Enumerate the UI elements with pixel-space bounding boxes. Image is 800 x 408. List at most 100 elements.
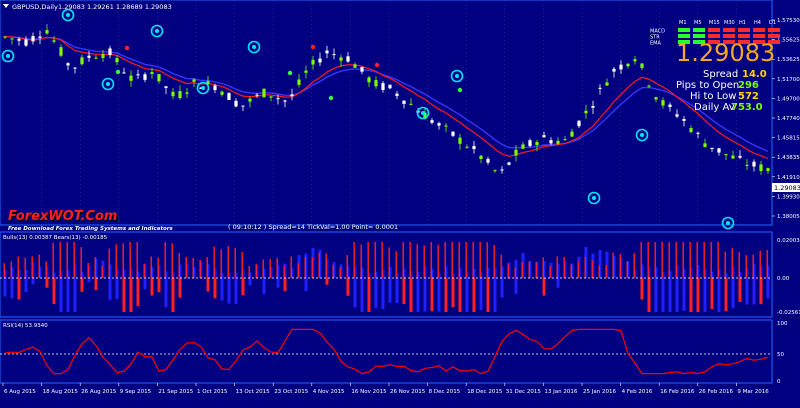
bears-bar — [479, 242, 481, 278]
bears-bar — [710, 242, 712, 278]
bears-bar — [353, 242, 355, 278]
candle-body — [563, 139, 567, 141]
bears-bar-down — [374, 278, 378, 309]
signal-dot-icon — [6, 54, 10, 58]
bears-bar-down — [437, 278, 441, 312]
bears-bar — [164, 242, 166, 278]
candle-body — [332, 54, 336, 56]
bears-bar — [129, 242, 131, 278]
bears-bar — [703, 242, 705, 278]
bears-bar — [178, 252, 180, 278]
bears-bar — [605, 264, 607, 278]
candle-body — [612, 68, 616, 72]
date-tick-label: 26 Aug 2015 — [81, 389, 117, 395]
candle-body — [143, 74, 147, 80]
bears-bar-down — [45, 278, 49, 288]
bears-bar — [444, 242, 446, 278]
date-tick-label: 21 Sep 2015 — [158, 389, 193, 395]
candle-body — [115, 58, 119, 63]
candle-body — [360, 66, 364, 72]
candle-body — [745, 164, 749, 166]
chart-canvas[interactable]: 1.57530 1.55625 1.53625 1.51700 1.49700 1.477… — [0, 0, 800, 404]
candle-body — [500, 169, 504, 171]
bears-bar-down — [430, 278, 434, 312]
signal-cell — [693, 34, 705, 38]
bears-bar — [10, 261, 12, 278]
candle-body — [87, 55, 91, 58]
bulls-bears-axis: 0.02003 0.00 -0.02561 — [777, 238, 800, 316]
bears-bar-down — [493, 278, 497, 312]
symbol-label: GBPUSD,Daily — [12, 3, 58, 11]
bears-bar — [766, 250, 768, 278]
bears-bar — [122, 243, 124, 278]
candle-body — [59, 47, 63, 56]
candle-body — [570, 131, 574, 137]
bears-bar — [262, 259, 264, 278]
big-price: 1.29083 — [676, 39, 775, 67]
bears-bar-down — [150, 278, 154, 296]
bears-bar-down — [731, 278, 735, 309]
bears-bar — [521, 262, 523, 278]
candle-body — [241, 105, 245, 107]
bears-bar — [318, 252, 320, 278]
bears-bar — [143, 263, 145, 278]
bears-bar — [675, 242, 677, 278]
candle-body — [542, 135, 546, 138]
candle-body — [276, 98, 280, 100]
rsi-axis: 100 50 0 — [777, 321, 788, 385]
candle-body — [318, 58, 322, 63]
bears-bar-down — [654, 278, 658, 312]
timeframe-label: M1 — [679, 20, 687, 26]
bears-bar-down — [164, 278, 168, 308]
bears-bar-down — [479, 278, 483, 311]
bears-bar — [213, 246, 215, 278]
bears-bar — [724, 251, 726, 278]
trading-chart-window: 1.57530 1.55625 1.53625 1.51700 1.49700 1.477… — [0, 0, 800, 404]
date-tick-label: 16 Feb 2016 — [660, 389, 695, 395]
bears-bar — [24, 257, 26, 278]
rsi-tick-label: 0 — [777, 379, 781, 385]
candle-body — [388, 84, 392, 89]
bears-bar-down — [388, 278, 392, 303]
signal-cell — [723, 34, 735, 38]
timeframe-label: H4 — [754, 20, 761, 26]
bears-bar — [395, 251, 397, 278]
candle-body — [24, 39, 28, 46]
bears-bar — [682, 242, 684, 278]
candle-body — [255, 94, 259, 96]
bears-bar-down — [3, 278, 7, 297]
candle-body — [339, 57, 343, 61]
bears-bar-down — [178, 278, 182, 298]
pips-value: 296 — [738, 80, 759, 91]
bears-bar — [3, 263, 5, 278]
price-tick-label: 1.55625 — [777, 38, 800, 44]
candle-body — [703, 143, 707, 148]
bears-bar — [360, 244, 362, 278]
bears-bar — [367, 242, 369, 278]
candle-body — [346, 56, 350, 62]
candle-body — [486, 158, 490, 163]
candle-body — [528, 140, 532, 146]
bears-bar-down — [157, 278, 161, 293]
bears-bar — [199, 260, 201, 278]
price-tick-label: 1.41910 — [777, 175, 800, 181]
price-panel[interactable]: 1.57530 1.55625 1.53625 1.51700 1.49700 1.477… — [0, 0, 800, 232]
candle-body — [150, 72, 154, 74]
bears-bar-down — [241, 278, 245, 296]
bears-bar — [157, 257, 159, 278]
logo-title: ForexWOT.Com — [8, 209, 117, 224]
candle-body — [17, 38, 21, 41]
bears-bar — [283, 265, 285, 278]
rsi-panel[interactable]: RSI(14) 53.9340 100 50 0 — [0, 319, 788, 385]
bears-bar — [437, 244, 439, 278]
bears-bar — [717, 242, 719, 278]
bears-bar-down — [710, 278, 714, 310]
candle-body — [52, 40, 56, 42]
bears-bar — [584, 256, 586, 278]
candle-body — [101, 54, 105, 58]
candle-body — [10, 38, 14, 40]
signal-cell — [768, 28, 780, 32]
bears-bar — [115, 244, 117, 278]
bulls-bears-panel[interactable]: Bulls(13) 0.00387 Bears(13) -0.00185 0.0… — [0, 231, 800, 318]
bears-bar — [528, 261, 530, 278]
